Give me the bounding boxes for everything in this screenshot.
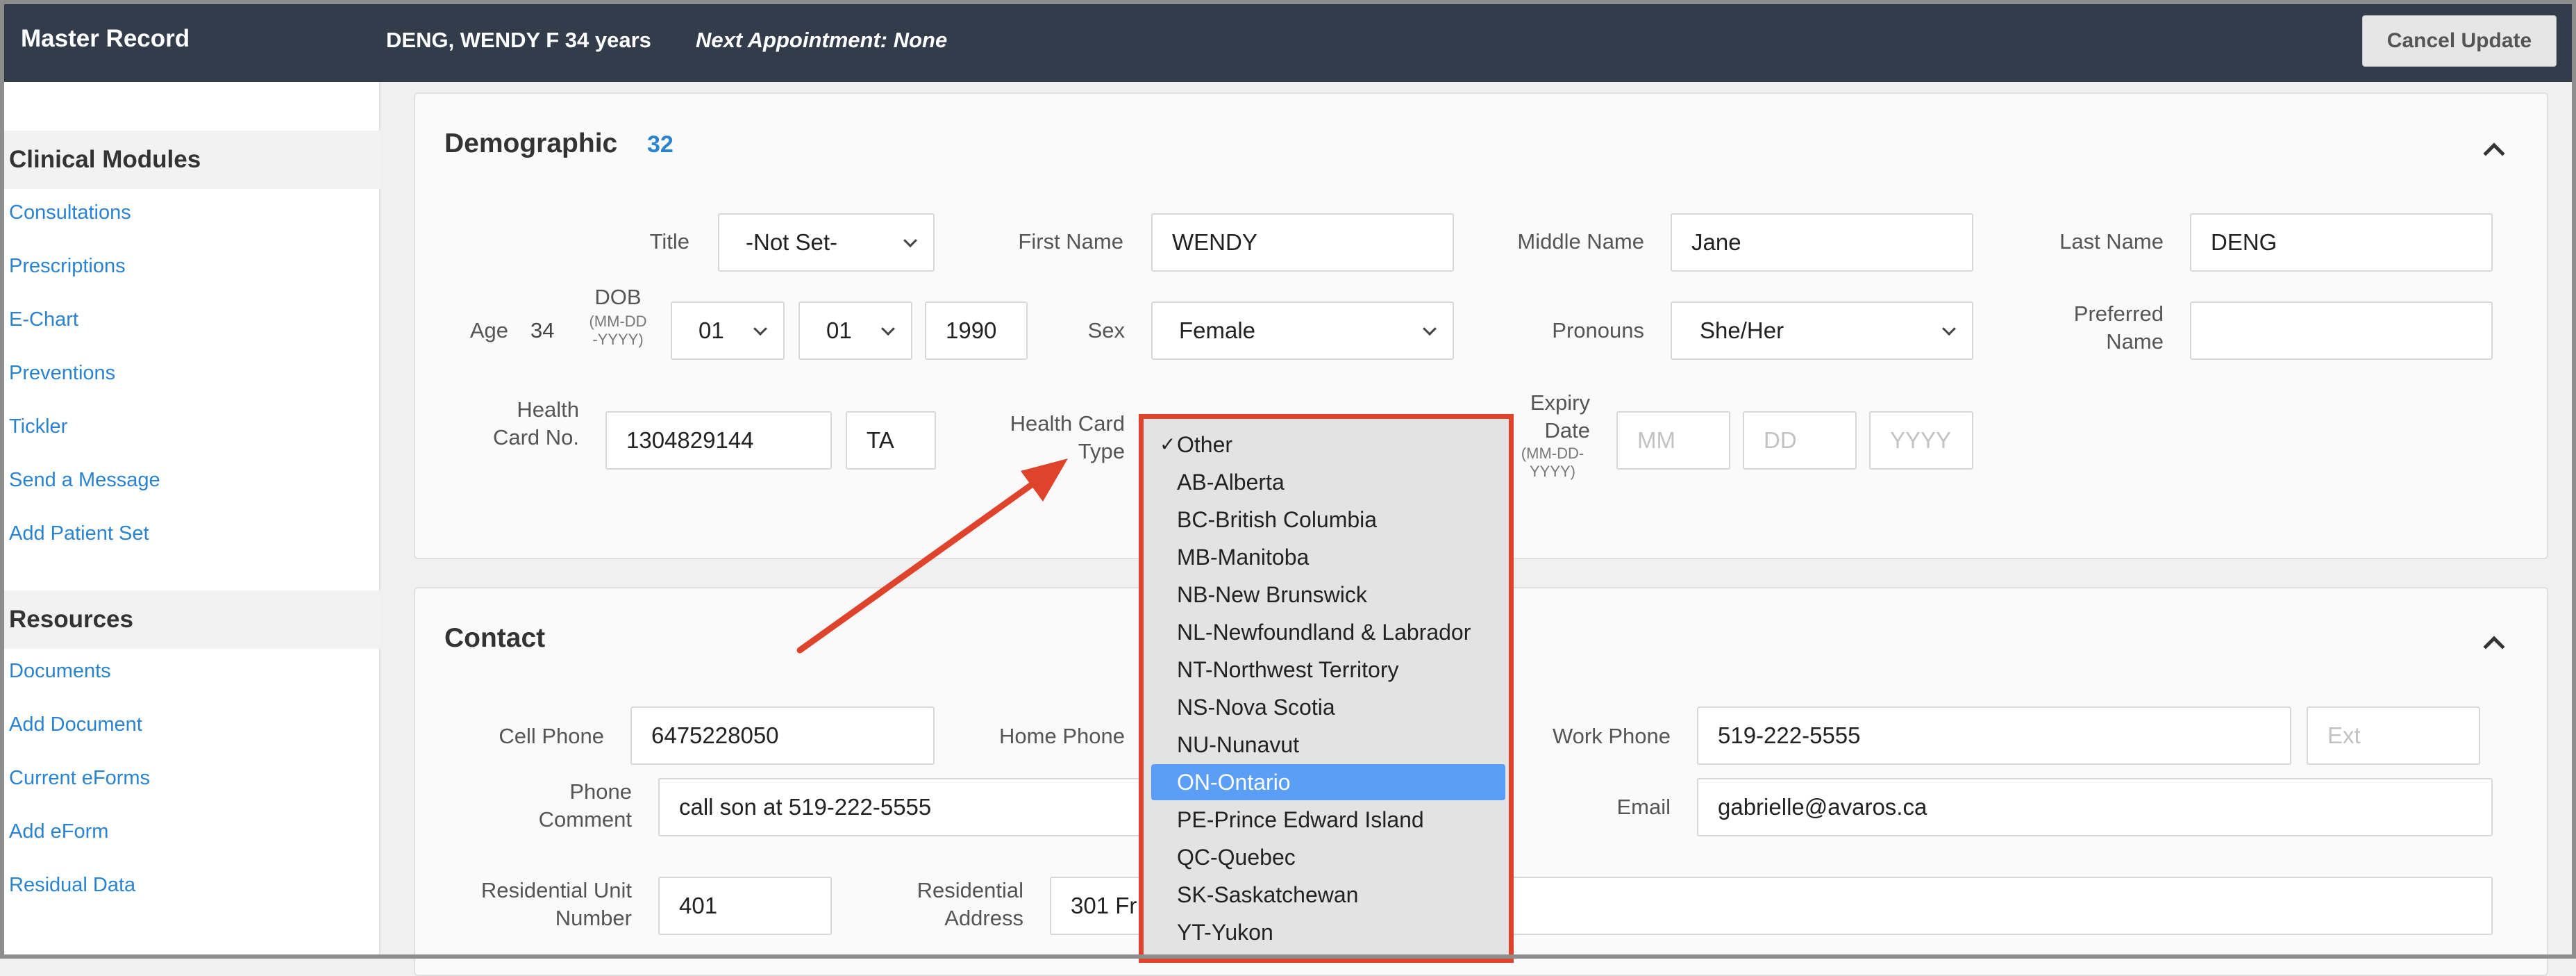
dob-label: DOB	[594, 285, 642, 309]
sex-value: Female	[1179, 317, 1256, 343]
sidebar-link-prescriptions[interactable]: Prescriptions	[9, 255, 126, 278]
sex-label: Sex	[1087, 318, 1125, 342]
chevron-down-icon	[903, 233, 917, 248]
health-card-number-input[interactable]: 1304829144	[605, 411, 832, 470]
work-phone-input[interactable]: 519-222-5555	[1697, 706, 2291, 765]
age-label: Age	[469, 318, 508, 342]
title-select-value: -Not Set-	[746, 229, 838, 255]
dropdown-option-on[interactable]: ON-Ontario	[1151, 764, 1505, 800]
collapse-chevron-icon[interactable]	[2483, 142, 2505, 165]
dropdown-option-bc[interactable]: BC-British Columbia	[1151, 502, 1505, 538]
expiry-month-input[interactable]: MM	[1616, 411, 1730, 470]
expiry-day-input[interactable]: DD	[1743, 411, 1857, 470]
health-card-type-label: Health Card Type	[1010, 411, 1125, 463]
dropdown-option-qc[interactable]: QC-Quebec	[1151, 839, 1505, 875]
dropdown-option-nu[interactable]: NU-Nunavut	[1151, 727, 1505, 763]
resources-heading: Resources	[4, 590, 380, 649]
sidebar: Clinical Modules Consultations Prescript…	[4, 82, 380, 959]
last-name-input[interactable]: DENG	[2190, 213, 2493, 272]
first-name-label: First Name	[1018, 229, 1123, 254]
expiry-year-input[interactable]: YYYY	[1869, 411, 1973, 470]
sex-select[interactable]: Female	[1151, 301, 1454, 360]
preferred-name-label: Preferred Name	[2073, 301, 2164, 354]
title-label: Title	[649, 229, 689, 254]
expiry-format-hint: (MM-DD-YYYY)	[1521, 445, 1584, 480]
page-title: Master Record	[21, 25, 190, 52]
home-phone-label: Home Phone	[999, 724, 1125, 748]
age-value: 34	[530, 318, 555, 342]
dropdown-option-nl[interactable]: NL-Newfoundland & Labrador	[1151, 614, 1505, 650]
dob-year-input[interactable]: 1990	[925, 301, 1028, 360]
health-card-type-dropdown[interactable]: ✓ Other AB-Alberta BC-British Columbia M…	[1139, 414, 1514, 963]
expiry-date-label: Expiry Date	[1530, 390, 1590, 442]
middle-name-input[interactable]: Jane	[1671, 213, 1973, 272]
last-name-label: Last Name	[2059, 229, 2164, 254]
work-phone-label: Work Phone	[1552, 724, 1671, 748]
demographic-count: 32	[647, 131, 674, 158]
dob-month-value: 01	[699, 317, 724, 343]
first-name-input[interactable]: WENDY	[1151, 213, 1454, 272]
health-card-no-label: Health Card No.	[492, 397, 579, 449]
dob-day-value: 01	[826, 317, 852, 343]
demographic-title: Demographic	[444, 129, 618, 158]
dob-month-select[interactable]: 01	[671, 301, 785, 360]
sidebar-link-consultations[interactable]: Consultations	[9, 201, 131, 224]
pronouns-value: She/Her	[1700, 317, 1784, 343]
cancel-update-button[interactable]: Cancel Update	[2362, 15, 2557, 67]
sidebar-link-residual-data[interactable]: Residual Data	[9, 874, 135, 897]
residential-address-label: Residential Address	[917, 878, 1023, 930]
chevron-down-icon	[1942, 322, 1956, 336]
sidebar-link-echart[interactable]: E-Chart	[9, 308, 78, 331]
patient-summary: DENG, WENDY F 34 years	[386, 28, 651, 52]
next-appointment: Next Appointment: None	[696, 28, 948, 52]
title-select[interactable]: -Not Set-	[718, 213, 935, 272]
checkmark-icon: ✓	[1160, 433, 1176, 455]
phone-comment-input[interactable]: call son at 519-222-5555	[658, 778, 1179, 836]
dob-format-hint: (MM-DD-YYYY)	[589, 313, 647, 348]
top-bar: Master Record DENG, WENDY F 34 years Nex…	[0, 0, 2576, 82]
dropdown-option-sk[interactable]: SK-Saskatchewan	[1151, 877, 1505, 913]
phone-comment-label: Phone Comment	[538, 779, 632, 832]
dropdown-option-mb[interactable]: MB-Manitoba	[1151, 539, 1505, 575]
work-phone-ext-input[interactable]: Ext	[2307, 706, 2480, 765]
dropdown-option-pe[interactable]: PE-Prince Edward Island	[1151, 802, 1505, 838]
sidebar-link-tickler[interactable]: Tickler	[9, 415, 67, 438]
dropdown-option-other[interactable]: ✓ Other	[1151, 427, 1505, 463]
email-label: Email	[1616, 795, 1671, 819]
email-input[interactable]: gabrielle@avaros.ca	[1697, 778, 2493, 836]
chevron-down-icon	[1423, 322, 1437, 336]
chevron-down-icon	[753, 322, 767, 336]
residential-unit-input[interactable]: 401	[658, 877, 832, 935]
dropdown-option-ab[interactable]: AB-Alberta	[1151, 464, 1505, 500]
residential-unit-label: Residential Unit Number	[480, 878, 632, 930]
middle-name-label: Middle Name	[1517, 229, 1644, 254]
dropdown-option-nt[interactable]: NT-Northwest Territory	[1151, 652, 1505, 688]
pronouns-label: Pronouns	[1552, 318, 1644, 342]
sidebar-link-current-eforms[interactable]: Current eForms	[9, 767, 150, 790]
dropdown-option-ns[interactable]: NS-Nova Scotia	[1151, 689, 1505, 725]
sidebar-link-documents[interactable]: Documents	[9, 660, 111, 683]
health-card-version-input[interactable]: TA	[846, 411, 936, 470]
cell-phone-label: Cell Phone	[499, 724, 604, 748]
pronouns-select[interactable]: She/Her	[1671, 301, 1973, 360]
sidebar-link-add-document[interactable]: Add Document	[9, 713, 142, 736]
sidebar-link-send-message[interactable]: Send a Message	[9, 469, 160, 492]
sidebar-link-add-eform[interactable]: Add eForm	[9, 820, 108, 843]
dropdown-option-yt[interactable]: YT-Yukon	[1151, 914, 1505, 950]
dropdown-option-nb[interactable]: NB-New Brunswick	[1151, 577, 1505, 613]
collapse-chevron-icon[interactable]	[2483, 636, 2505, 658]
sidebar-link-add-patient-set[interactable]: Add Patient Set	[9, 522, 149, 545]
preferred-name-input[interactable]	[2190, 301, 2493, 360]
sidebar-link-preventions[interactable]: Preventions	[9, 362, 115, 385]
cell-phone-input[interactable]: 6475228050	[630, 706, 935, 765]
chevron-down-icon	[881, 322, 895, 336]
clinical-modules-heading: Clinical Modules	[4, 131, 380, 189]
dob-day-select[interactable]: 01	[798, 301, 912, 360]
contact-title: Contact	[444, 623, 546, 653]
